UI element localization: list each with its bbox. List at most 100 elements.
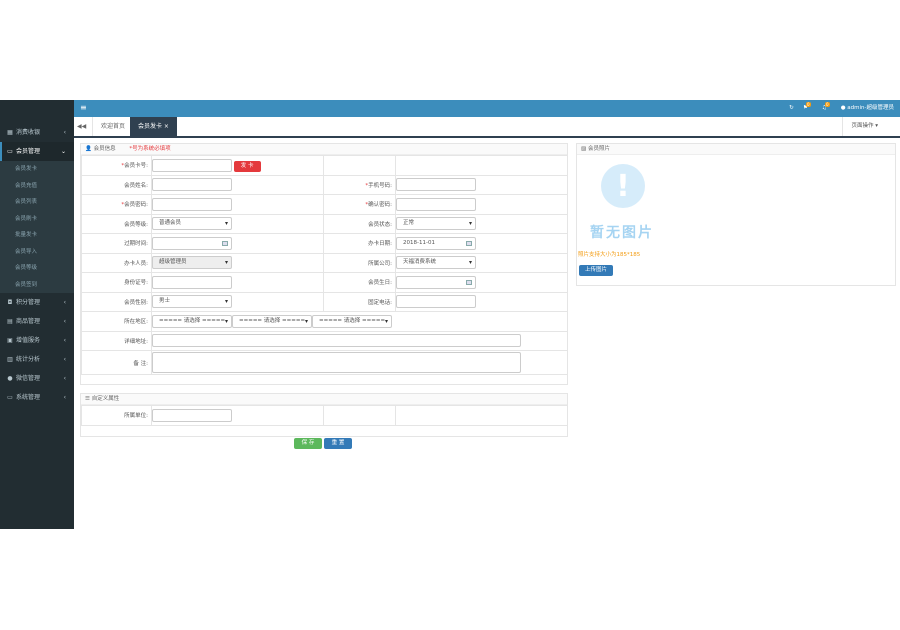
sidebar-sub-member-list[interactable]: 会员列表 [0, 194, 74, 211]
form-row: 会员性别: 男士 固定电话: [81, 291, 568, 312]
sidebar-sub-checkin[interactable]: 会员签到 [0, 277, 74, 294]
no-image-text: 暂无图片 [590, 225, 654, 241]
sidebar-item-stats[interactable]: ▥ 统计分析 ‹ [0, 350, 74, 369]
password-label: 会员密码: [124, 202, 148, 209]
sidebar: ▦ 消费收银 ‹ ▭ 会员管理 ⌄ 会员发卡 会员充值 会员列表 会员刷卡 批量发卡… [0, 100, 74, 529]
remark-textarea[interactable] [152, 352, 521, 373]
remark-label: 备 注: [81, 350, 152, 375]
chevron-down-icon: ⌄ [60, 148, 66, 155]
form-row: *会员密码: *确认密码: [81, 194, 568, 215]
chevron-left-icon: ‹ [63, 129, 66, 136]
district-select[interactable]: ===== 请选择 ===== [312, 314, 392, 328]
sidebar-item-members[interactable]: ▭ 会员管理 ⌄ [0, 142, 74, 161]
required-note: *号为系统必填项 [129, 146, 171, 152]
company-select[interactable]: 天福消费系统 [396, 256, 476, 270]
sidebar-sub-issue-card[interactable]: 会员发卡 [0, 161, 74, 178]
form-row: 身份证号: 会员生日: [81, 272, 568, 293]
members-submenu: 会员发卡 会员充值 会员列表 会员刷卡 批量发卡 会员导入 会员等级 会员签到 [0, 161, 74, 293]
chevron-left-icon: ‹ [63, 299, 66, 306]
tab-bar: ◀◀ 欢迎首页 会员发卡 × 页面操作 ▾ [74, 117, 900, 138]
sidebar-item-system[interactable]: ▭ 系统管理 ‹ [0, 388, 74, 407]
sidebar-item-checkout[interactable]: ▦ 消费收银 ‹ [0, 123, 74, 142]
custom-attrs-header: ☰ 自定义属性 [81, 394, 567, 405]
calendar-icon[interactable] [466, 240, 472, 246]
chevron-left-icon: ‹ [63, 337, 66, 344]
tab-home[interactable]: 欢迎首页 [92, 117, 135, 136]
form-row: 过期时间: 办卡日期: 2018-11-01 [81, 233, 568, 254]
landline-input[interactable] [396, 295, 476, 309]
bars-icon[interactable]: ≡ [80, 103, 87, 112]
gender-select[interactable]: 男士 [152, 295, 232, 309]
form-row: 会员姓名: *手机号码: [81, 174, 568, 195]
birthday-input[interactable] [396, 275, 476, 289]
sidebar-sub-recharge[interactable]: 会员充值 [0, 178, 74, 195]
top-navbar: ≡ ↻ ⚑0 ♫0 ● admin-超级管理员 [74, 100, 900, 117]
member-info-panel: 👤 会员信息 *号为系统必填项 *会员卡号: 发 卡 会员姓名: *手机号码: … [80, 143, 568, 385]
address-input[interactable] [152, 334, 521, 348]
phone-label: 手机号码: [368, 182, 392, 189]
name-input[interactable] [152, 178, 232, 192]
calendar-icon[interactable] [222, 240, 228, 246]
page-operations-dropdown[interactable]: 页面操作 ▾ [842, 117, 878, 136]
expiry-label: 过期时间: [81, 233, 152, 254]
id-no-input[interactable] [152, 275, 232, 289]
cart-icon: ▦ [7, 129, 13, 136]
chevron-left-icon: ‹ [63, 318, 66, 325]
level-select[interactable]: 普通会员 [152, 217, 232, 231]
operator-label: 办卡人员: [81, 252, 152, 273]
card-no-label: 会员卡号: [124, 163, 148, 170]
flag-icon[interactable]: ⚑0 [803, 100, 813, 117]
address-label: 详细地址: [81, 330, 152, 351]
sidebar-sub-import[interactable]: 会员导入 [0, 244, 74, 261]
phone-input[interactable] [396, 178, 476, 192]
status-select[interactable]: 正常 [396, 217, 476, 231]
gift-icon: ◘ [7, 299, 13, 306]
member-photo-panel: ▨ 会员照片 ! 暂无图片 照片支持大小为185*185 上传图片 [576, 143, 896, 286]
birthday-label: 会员生日: [323, 272, 396, 293]
form-row: 所在地区: ===== 请选择 ========== 请选择 =========… [81, 311, 568, 332]
desktop-icon: ▭ [7, 394, 13, 401]
issue-date-input[interactable]: 2018-11-01 [396, 236, 476, 250]
company-label: 所属公司: [323, 252, 396, 273]
calendar-icon[interactable] [466, 279, 472, 285]
landline-label: 固定电话: [323, 291, 396, 312]
level-label: 会员等级: [81, 213, 152, 234]
city-select[interactable]: ===== 请选择 ===== [232, 314, 312, 328]
unit-input[interactable] [152, 408, 232, 422]
sidebar-item-points[interactable]: ◘ 积分管理 ‹ [0, 293, 74, 312]
form-row: 所属单位: [81, 405, 568, 426]
sidebar-sub-swipe-card[interactable]: 会员刷卡 [0, 211, 74, 228]
bell-icon[interactable]: ♫0 [822, 100, 832, 117]
refresh-icon[interactable]: ↻ [789, 100, 794, 117]
card-icon: ▭ [7, 148, 13, 155]
sidebar-sub-batch-issue[interactable]: 批量发卡 [0, 227, 74, 244]
password-input[interactable] [152, 197, 232, 211]
sidebar-sub-levels[interactable]: 会员等级 [0, 260, 74, 277]
confirm-password-input[interactable] [396, 197, 476, 211]
chevron-left-icon: ‹ [63, 394, 66, 401]
sidebar-item-goods[interactable]: ▤ 商品管理 ‹ [0, 312, 74, 331]
sidebar-item-value-added[interactable]: ▣ 增值服务 ‹ [0, 331, 74, 350]
user-menu[interactable]: ● admin-超级管理员 [841, 100, 894, 117]
form-actions: 保 存 重 置 [294, 438, 352, 449]
tab-scroll-left-icon[interactable]: ◀◀ [77, 123, 86, 130]
province-select[interactable]: ===== 请选择 ===== [152, 314, 232, 328]
list-icon: ☰ [85, 396, 90, 402]
reset-button[interactable]: 重 置 [324, 438, 352, 449]
upload-photo-button[interactable]: 上传图片 [579, 265, 614, 276]
region-label: 所在地区: [81, 311, 152, 332]
form-row: 备 注: [81, 350, 568, 375]
card-no-input[interactable] [152, 158, 232, 172]
form-row: 详细地址: [81, 330, 568, 351]
expiry-date-input[interactable] [152, 236, 232, 250]
sidebar-brand [0, 100, 74, 117]
issue-card-button[interactable]: 发 卡 [233, 160, 261, 172]
wechat-icon: ● [7, 375, 13, 382]
form-row: *会员卡号: 发 卡 [81, 155, 568, 176]
tab-issue-card[interactable]: 会员发卡 × [130, 117, 177, 136]
notification-badge: 0 [805, 102, 811, 107]
issue-date-label: 办卡日期: [323, 233, 396, 254]
chart-icon: ▥ [7, 356, 13, 363]
save-button[interactable]: 保 存 [294, 438, 322, 449]
sidebar-item-wechat[interactable]: ● 微信管理 ‹ [0, 369, 74, 388]
